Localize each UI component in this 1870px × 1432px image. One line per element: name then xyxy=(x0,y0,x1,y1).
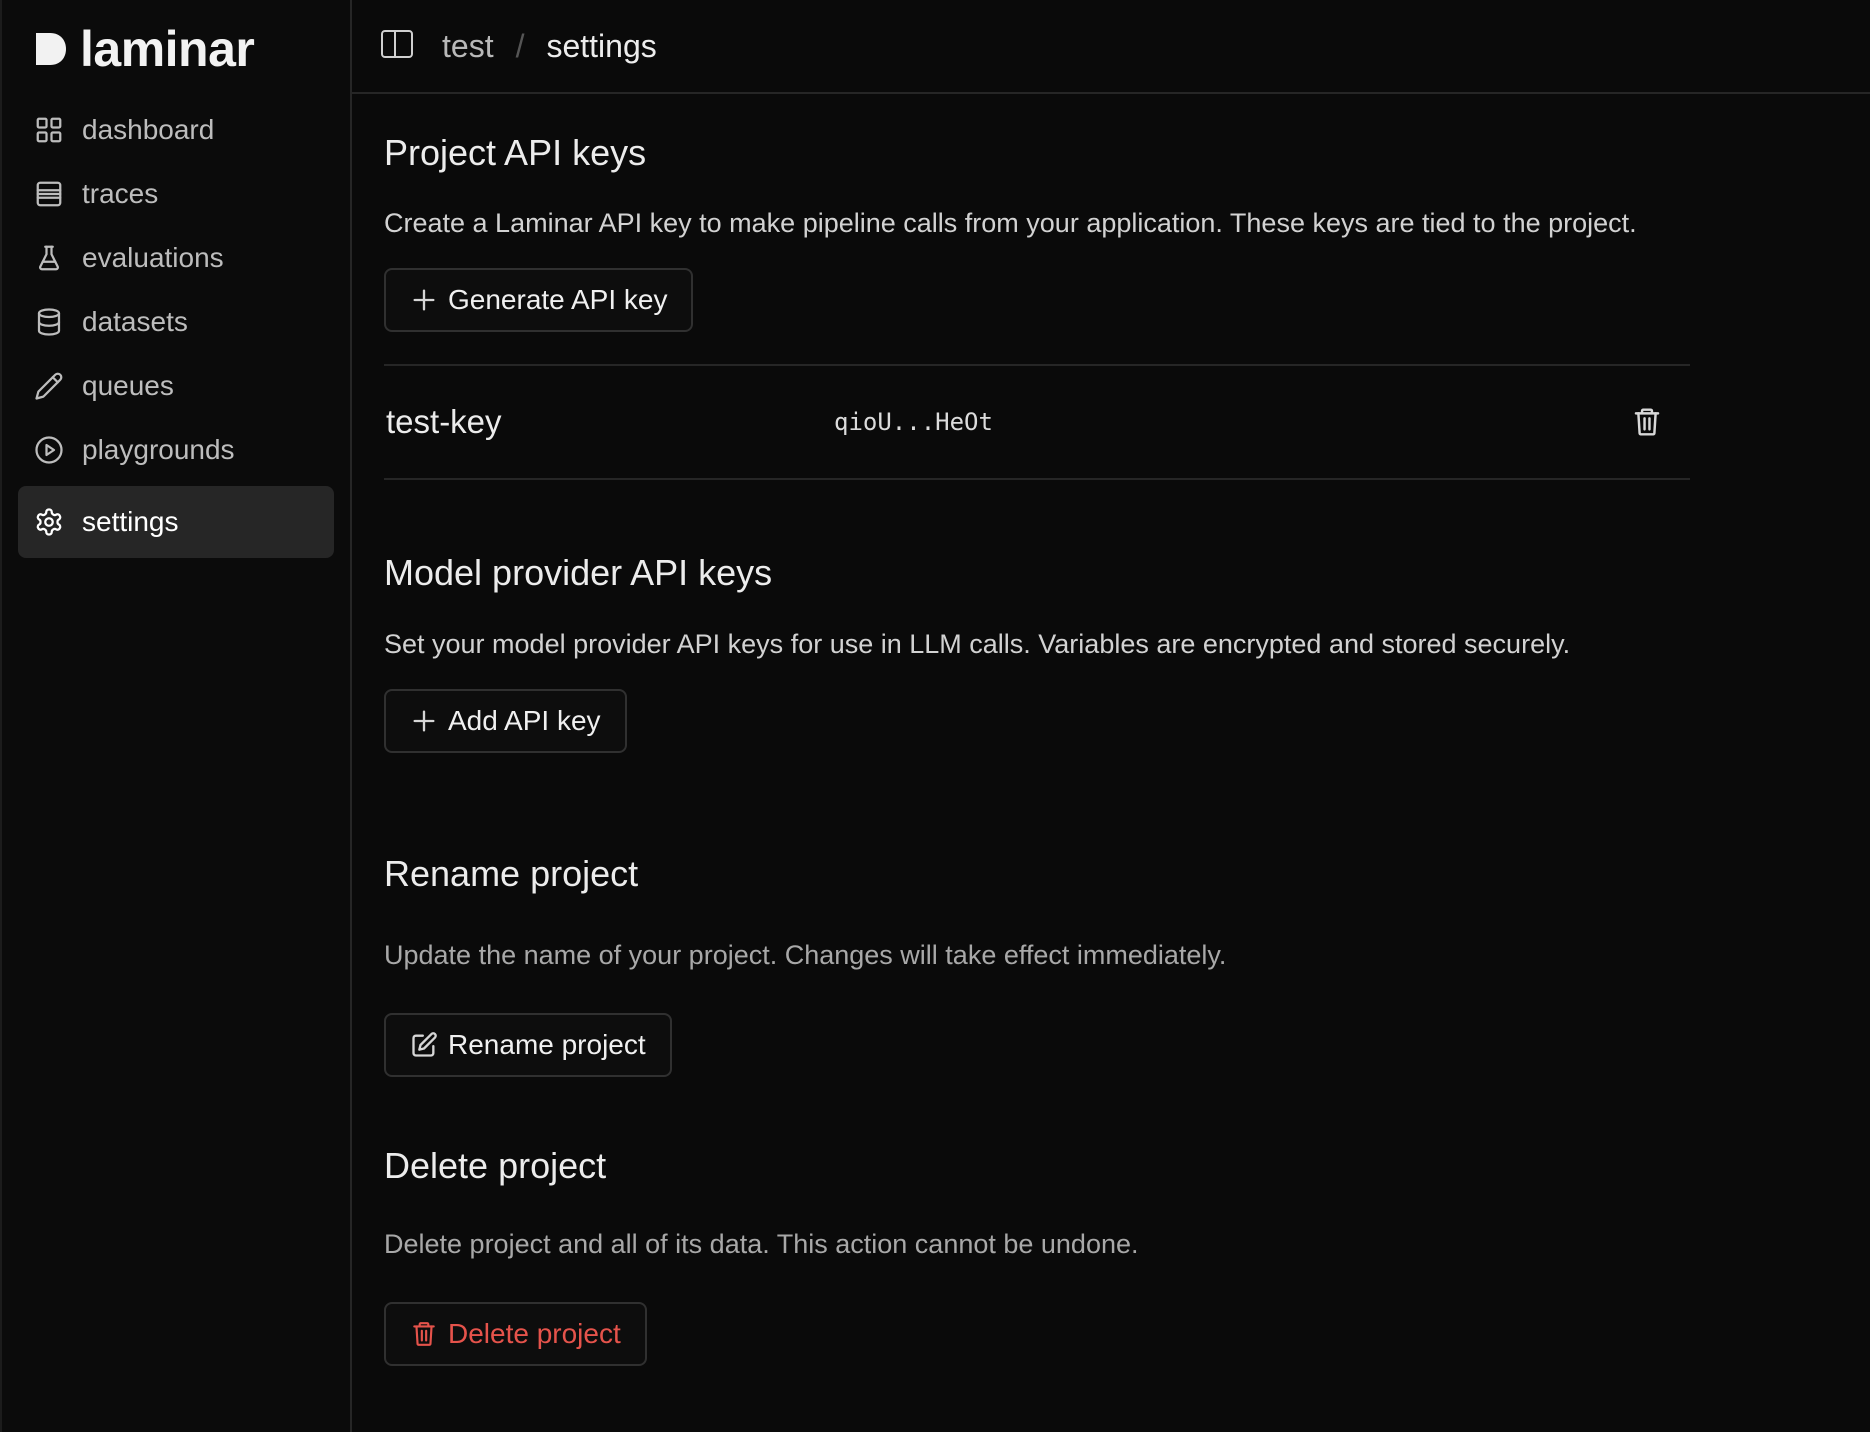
database-icon xyxy=(34,307,64,337)
project-api-keys-title: Project API keys xyxy=(384,132,647,173)
sidebar: laminar dashboard traces evaluations dat… xyxy=(0,0,352,1432)
flask-icon xyxy=(34,243,64,273)
gear-icon xyxy=(34,507,64,537)
topbar: test / settings xyxy=(352,0,1870,94)
laminar-logo-icon xyxy=(36,33,66,65)
api-keys-table: test-key qioU...HeOt xyxy=(384,364,1690,480)
delete-project-label: Delete project xyxy=(448,1318,621,1349)
settings-content: Project API keys Create a Laminar API ke… xyxy=(352,132,1868,1366)
dashboard-grid-icon xyxy=(34,115,64,145)
sidebar-item-queues[interactable]: queues xyxy=(18,354,334,418)
play-circle-icon xyxy=(34,435,64,465)
sidebar-item-label: dashboard xyxy=(82,114,215,145)
add-api-key-label: Add API key xyxy=(448,705,601,736)
generate-api-key-label: Generate API key xyxy=(448,284,668,315)
add-api-key-button[interactable]: Add API key xyxy=(384,689,627,753)
app-root: laminar dashboard traces evaluations dat… xyxy=(0,0,1870,1432)
breadcrumb-current: settings xyxy=(546,27,657,64)
main-content: test / settings Project API keys Create … xyxy=(352,0,1870,1432)
trash-icon xyxy=(410,1320,438,1348)
sidebar-nav: dashboard traces evaluations datasets qu… xyxy=(2,98,350,558)
sidebar-item-evaluations[interactable]: evaluations xyxy=(18,226,334,290)
sidebar-item-label: playgrounds xyxy=(82,434,235,465)
sidebar-item-label: queues xyxy=(82,370,174,401)
toggle-sidebar-icon[interactable] xyxy=(380,29,414,64)
api-key-name: test-key xyxy=(386,403,502,440)
pencil-icon xyxy=(34,371,64,401)
sidebar-item-datasets[interactable]: datasets xyxy=(18,290,334,354)
project-api-keys-description: Create a Laminar API key to make pipelin… xyxy=(384,208,1637,238)
generate-api-key-button[interactable]: Generate API key xyxy=(384,268,694,332)
model-provider-keys-title: Model provider API keys xyxy=(384,552,773,593)
traces-list-icon xyxy=(34,179,64,209)
breadcrumb-separator: / xyxy=(515,27,525,64)
sidebar-item-traces[interactable]: traces xyxy=(18,162,334,226)
model-provider-keys-description: Set your model provider API keys for use… xyxy=(384,629,1571,659)
edit-square-icon xyxy=(410,1031,438,1059)
sidebar-item-dashboard[interactable]: dashboard xyxy=(18,98,334,162)
api-key-row: test-key qioU...HeOt xyxy=(384,366,1690,478)
brand-name: laminar xyxy=(80,21,255,77)
rename-project-title: Rename project xyxy=(384,853,639,894)
rename-project-description: Update the name of your project. Changes… xyxy=(384,940,1227,970)
sidebar-item-label: traces xyxy=(82,178,159,209)
sidebar-item-playgrounds[interactable]: playgrounds xyxy=(18,418,334,482)
delete-key-icon[interactable] xyxy=(1632,406,1662,438)
sidebar-item-label: evaluations xyxy=(82,242,224,273)
sidebar-item-label: settings xyxy=(82,506,179,537)
rename-project-button[interactable]: Rename project xyxy=(384,1013,672,1077)
plus-icon xyxy=(410,707,438,735)
delete-project-description: Delete project and all of its data. This… xyxy=(384,1229,1139,1259)
sidebar-item-label: datasets xyxy=(82,306,188,337)
breadcrumb-project[interactable]: test xyxy=(442,28,494,65)
delete-project-title: Delete project xyxy=(384,1145,607,1186)
plus-icon xyxy=(410,286,438,314)
brand-logo[interactable]: laminar xyxy=(2,0,350,98)
rename-project-label: Rename project xyxy=(448,1029,646,1060)
delete-project-button[interactable]: Delete project xyxy=(384,1302,647,1366)
sidebar-item-settings[interactable]: settings xyxy=(18,486,334,558)
api-key-value[interactable]: qioU...HeOt xyxy=(834,408,993,436)
